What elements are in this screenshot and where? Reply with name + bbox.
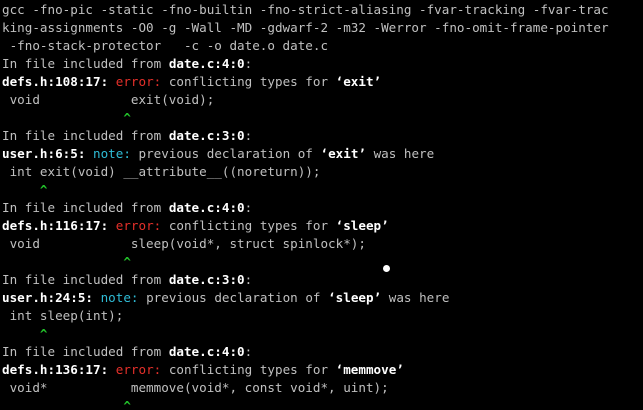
diagnostic-message-tail: was here <box>365 146 435 161</box>
diagnostic-symbol: ‘exit’ <box>320 146 366 161</box>
diagnostic-line: defs.h:116:17: error: conflicting types … <box>2 217 609 235</box>
note-label: note: <box>100 290 139 305</box>
diagnostic-message: previous declaration of <box>130 146 321 161</box>
diagnostic-symbol: ‘exit’ <box>335 74 382 89</box>
caret-marker: ^ <box>2 254 131 269</box>
included-from-line: In file included from date.c:4:0: <box>2 343 609 361</box>
included-file: date.c:3:0 <box>168 272 245 287</box>
included-from-line: In file included from date.c:4:0: <box>2 55 609 73</box>
included-suffix: : <box>244 128 253 143</box>
source-line: void exit(void); <box>2 92 215 107</box>
included-prefix: In file included from <box>2 56 169 71</box>
included-from-line: In file included from date.c:4:0: <box>2 199 609 217</box>
error-label: error: <box>115 218 162 233</box>
diagnostic-location: defs.h:108:17: <box>2 74 109 89</box>
error-label: error: <box>115 74 162 89</box>
included-file: date.c:3:0 <box>168 128 245 143</box>
mouse-cursor-icon <box>383 265 390 272</box>
caret-marker: ^ <box>2 182 48 197</box>
terminal-window[interactable]: gcc -fno-pic -static -fno-builtin -fno-s… <box>0 0 643 410</box>
included-from-line: In file included from date.c:3:0: <box>2 271 609 289</box>
command-line: king-assignments -O0 -g -Wall -MD -gdwar… <box>2 20 609 35</box>
caret-marker: ^ <box>2 398 131 410</box>
diagnostic-line: defs.h:108:17: error: conflicting types … <box>2 73 609 91</box>
diagnostic-location: defs.h:136:17: <box>2 362 109 377</box>
diagnostic-symbol: ‘sleep’ <box>328 290 382 305</box>
included-prefix: In file included from <box>2 344 169 359</box>
diagnostic-line: user.h:6:5: note: previous declaration o… <box>2 145 609 163</box>
error-label: error: <box>115 362 162 377</box>
diagnostic-location: defs.h:116:17: <box>2 218 109 233</box>
command-line: gcc -fno-pic -static -fno-builtin -fno-s… <box>2 2 609 17</box>
included-prefix: In file included from <box>2 128 169 143</box>
diagnostic-symbol: ‘memmove’ <box>335 362 404 377</box>
source-line: void* memmove(void*, const void*, uint); <box>2 380 389 395</box>
diagnostic-message: conflicting types for <box>161 362 336 377</box>
included-prefix: In file included from <box>2 272 169 287</box>
diagnostic-message: conflicting types for <box>161 74 336 89</box>
included-file: date.c:4:0 <box>168 344 245 359</box>
included-file: date.c:4:0 <box>168 200 245 215</box>
source-line: void sleep(void*, struct spinlock*); <box>2 236 366 251</box>
diagnostic-line: user.h:24:5: note: previous declaration … <box>2 289 609 307</box>
included-suffix: : <box>244 272 253 287</box>
source-line: int sleep(int); <box>2 308 124 323</box>
caret-marker: ^ <box>2 326 48 341</box>
diagnostic-message: conflicting types for <box>161 218 336 233</box>
note-label: note: <box>93 146 131 161</box>
source-line: int exit(void) __attribute__((noreturn))… <box>2 164 321 179</box>
included-from-line: In file included from date.c:3:0: <box>2 127 609 145</box>
included-prefix: In file included from <box>2 200 169 215</box>
included-file: date.c:4:0 <box>168 56 245 71</box>
diagnostic-message: previous declaration of <box>138 290 329 305</box>
included-suffix: : <box>244 200 253 215</box>
diagnostic-location: user.h:24:5: <box>2 290 93 305</box>
diagnostic-line: defs.h:136:17: error: conflicting types … <box>2 361 609 379</box>
included-suffix: : <box>244 56 253 71</box>
diagnostic-symbol: ‘sleep’ <box>335 218 389 233</box>
terminal-output: gcc -fno-pic -static -fno-builtin -fno-s… <box>2 1 609 410</box>
command-line: -fno-stack-protector -c -o date.o date.c <box>2 38 329 53</box>
caret-marker: ^ <box>2 110 131 125</box>
diagnostic-message-tail: was here <box>381 290 450 305</box>
included-suffix: : <box>244 344 253 359</box>
diagnostic-location: user.h:6:5: <box>2 146 86 161</box>
